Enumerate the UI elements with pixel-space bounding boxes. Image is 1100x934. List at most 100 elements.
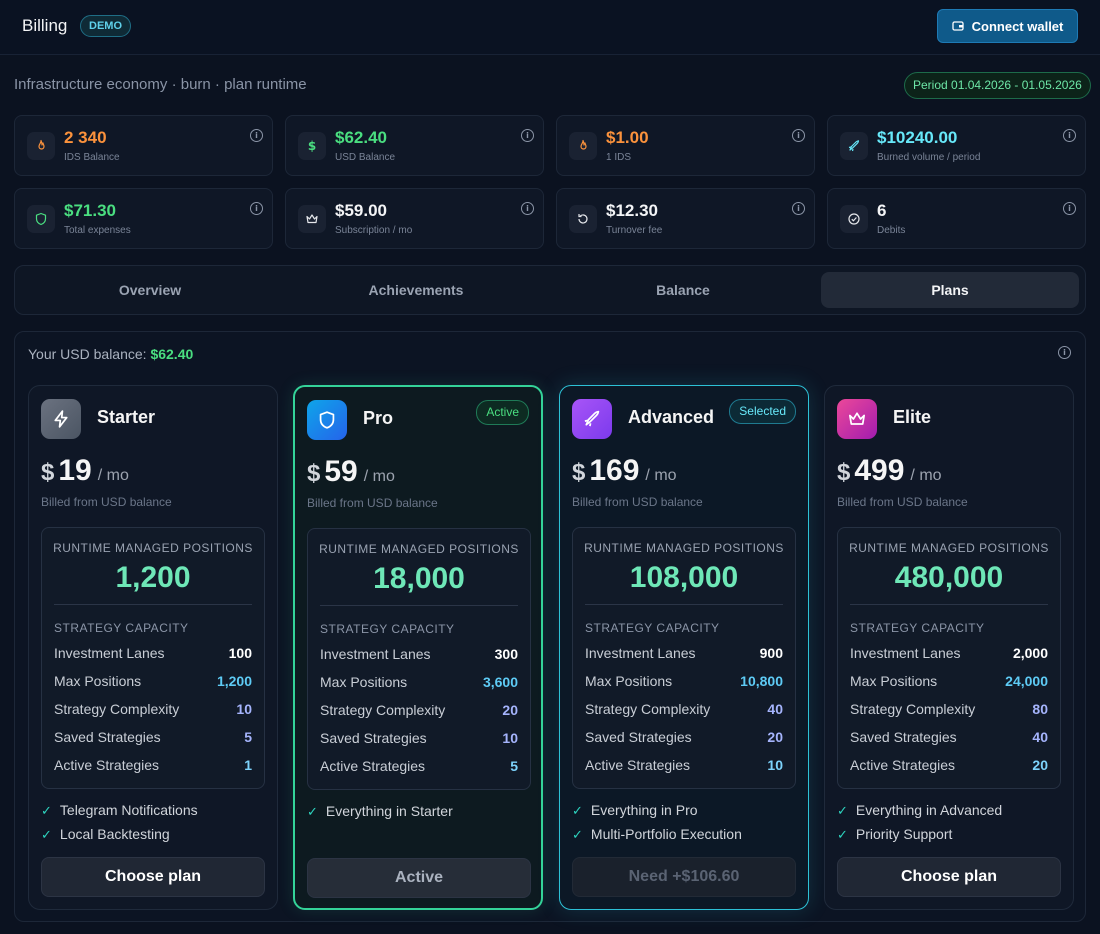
usd-balance-value: $62.40 [150, 346, 194, 362]
info-icon[interactable]: i [250, 202, 263, 215]
feature-label: Multi-Portfolio Execution [590, 826, 742, 842]
stat-card: 6 Debits i [827, 188, 1086, 249]
rmp-value: 1,200 [115, 561, 191, 594]
plan-card-pro[interactable]: Pro Active $59 / mo Billed from USD balan… [293, 385, 543, 910]
plan-price: $19 / mo [41, 454, 129, 488]
usd-balance-line: Your USD balance: $62.40 [28, 346, 193, 362]
stat-value: 6 [877, 201, 887, 220]
bolt-icon [41, 399, 81, 439]
capacity-label: Max Positions [585, 673, 673, 689]
stat-label: IDS Balance [64, 152, 120, 163]
info-icon[interactable]: i [521, 129, 534, 142]
capacity-row: Investment Lanes 100 [54, 645, 252, 663]
info-icon[interactable]: i [792, 129, 805, 142]
capacity-label: Investment Lanes [320, 646, 431, 662]
currency-symbol: $ [307, 460, 321, 487]
capacity-title: STRATEGY CAPACITY [850, 621, 985, 635]
capacity-value: 10 [767, 757, 783, 773]
top-bar: Billing DEMO Connect wallet [0, 0, 1100, 55]
info-icon[interactable]: i [1058, 346, 1071, 359]
plan-card-advanced[interactable]: Advanced Selected $169 / mo Billed from U… [559, 385, 809, 910]
capacity-label: Investment Lanes [850, 645, 961, 661]
plan-card-elite[interactable]: Elite $499 / mo Billed from USD balance R… [824, 385, 1074, 910]
feature-item: ✓ Priority Support [837, 826, 952, 843]
feature-label: Everything in Starter [325, 803, 453, 819]
plans-panel: Your USD balance: $62.40 i Starter $19 / … [14, 331, 1086, 922]
price-period: / mo [645, 467, 677, 484]
shield-icon [27, 205, 55, 233]
usd-balance-label: Your USD balance: [28, 346, 147, 362]
capacity-row: Active Strategies 10 [585, 757, 783, 775]
wallet-icon [951, 21, 964, 31]
capacity-row: Active Strategies 1 [54, 757, 252, 775]
plan-price: $169 / mo [572, 454, 677, 488]
info-icon[interactable]: i [792, 202, 805, 215]
info-icon[interactable]: i [521, 202, 534, 215]
stat-value: $1.00 [606, 128, 649, 147]
plan-action-button[interactable]: Need +$106.60 [572, 857, 796, 897]
capacity-label: Max Positions [54, 673, 142, 689]
capacity-label: Investment Lanes [585, 645, 696, 661]
stat-label: Burned volume / period [877, 152, 981, 163]
plan-name: Elite [893, 407, 932, 427]
capacity-value: 10 [502, 730, 518, 746]
divider [850, 604, 1048, 605]
info-icon[interactable]: i [1063, 129, 1076, 142]
check-icon: ✓ [41, 827, 52, 842]
capacity-value: 24,000 [1005, 673, 1048, 689]
crown-icon [837, 399, 877, 439]
tab-plans[interactable]: Plans [821, 272, 1079, 308]
connect-wallet-button[interactable]: Connect wallet [937, 9, 1078, 43]
plan-action-button[interactable]: Active [307, 858, 531, 898]
tab-balance[interactable]: Balance [554, 272, 812, 308]
feature-label: Everything in Pro [590, 802, 698, 818]
rmp-value: 18,000 [373, 562, 465, 595]
stat-label: Total expenses [64, 225, 131, 236]
price-amount: 499 [854, 454, 905, 487]
capacity-label: Strategy Complexity [850, 701, 976, 717]
feature-item: ✓ Telegram Notifications [41, 802, 198, 819]
capacity-value: 5 [244, 729, 252, 745]
stat-value: $59.00 [335, 201, 387, 220]
stat-label: Subscription / mo [335, 225, 413, 236]
tab-achievements[interactable]: Achievements [287, 272, 545, 308]
plan-price: $499 / mo [837, 454, 942, 488]
capacity-row: Saved Strategies 40 [850, 729, 1048, 747]
capacity-label: Saved Strategies [585, 729, 692, 745]
plan-action-button[interactable]: Choose plan [41, 857, 265, 897]
capacity-row: Strategy Complexity 40 [585, 701, 783, 719]
svg-text:$: $ [308, 139, 316, 153]
page-subtitle: Infrastructure economy · burn · plan run… [14, 76, 307, 93]
plan-card-starter[interactable]: Starter $19/ mo Billed from USD balance … [28, 385, 278, 910]
capacity-row: Investment Lanes 2,000 [850, 645, 1048, 663]
capacity-title: STRATEGY CAPACITY [54, 621, 189, 635]
capacity-label: Saved Strategies [54, 729, 161, 745]
capacity-label: Saved Strategies [850, 729, 957, 745]
stat-label: Turnover fee [606, 225, 663, 236]
info-icon[interactable]: i [1063, 202, 1076, 215]
plan-name: Advanced [628, 407, 715, 427]
info-icon[interactable]: i [250, 129, 263, 142]
capacity-value: 3,600 [482, 674, 518, 690]
rmp-value: 108,000 [629, 561, 739, 594]
capacity-label: Active Strategies [585, 757, 691, 773]
currency-symbol: $ [41, 459, 55, 486]
stat-card: $ $62.40 USD Balance i [285, 115, 544, 176]
rocket-icon [840, 132, 868, 160]
flame-icon [569, 132, 597, 160]
tab-overview[interactable]: Overview [21, 272, 279, 308]
stat-value: $12.30 [606, 201, 658, 220]
billing-note: Billed from USD balance [837, 495, 968, 509]
check-icon: ✓ [572, 803, 583, 818]
plan-action-button[interactable]: Choose plan [837, 857, 1061, 897]
capacity-title: STRATEGY CAPACITY [585, 621, 720, 635]
rmp-title: RUNTIME MANAGED POSITIONS [584, 541, 784, 555]
stat-card: $10240.00 Burned volume / period i [827, 115, 1086, 176]
feature-label: Local Backtesting [59, 826, 170, 842]
price-period: / mo [363, 468, 395, 485]
stat-value: $71.30 [64, 201, 116, 220]
plan-status-badge: Selected [729, 399, 796, 424]
capacity-value: 10,800 [740, 673, 783, 689]
plan-price: $59 / mo [307, 455, 395, 489]
price-period: / mo [97, 467, 129, 484]
